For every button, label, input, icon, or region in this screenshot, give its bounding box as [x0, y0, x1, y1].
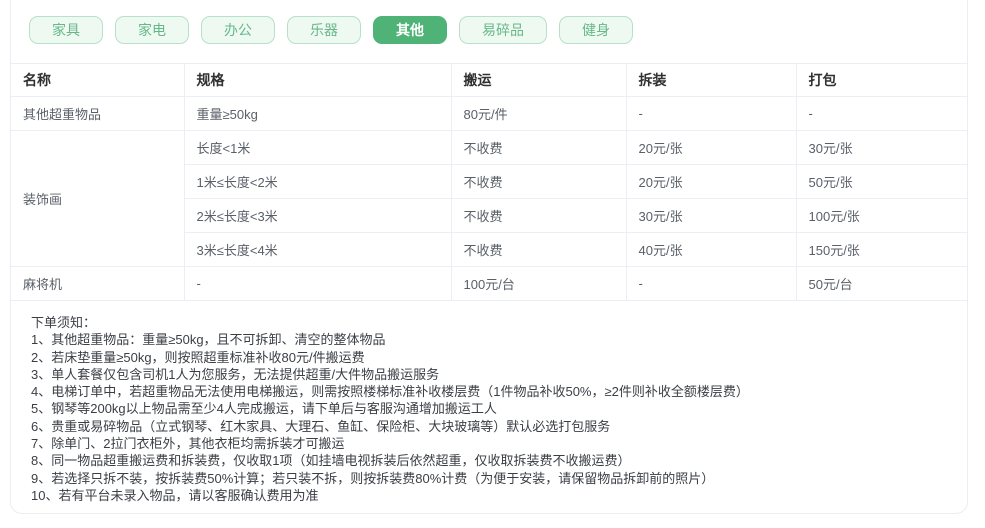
- order-note-item: 4、电梯订单中，若超重物品无法使用电梯搬运，则需按照楼梯标准补收楼层费（1件物品…: [31, 384, 749, 400]
- order-note-item: 6、贵重或易碎物品（立式钢琴、红木家具、大理石、鱼缸、保险柜、大块玻璃等）默认必…: [31, 418, 611, 434]
- moving-fee-cell: 100元/台: [451, 266, 627, 301]
- spec-cell: 1米≤长度<2米: [184, 164, 452, 199]
- moving-fee-cell: 不收费: [451, 232, 627, 267]
- order-notes-title: 下单须知：: [31, 315, 97, 330]
- item-name-cell: 装饰画: [11, 130, 185, 267]
- col-header-disassembly: 拆装: [626, 63, 797, 97]
- packing-fee-cell: 50元/台: [796, 266, 967, 301]
- spec-cell: 重量≥50kg: [184, 96, 452, 131]
- order-note-item: 10、若有平台未录入物品，请以客服确认费用为准: [31, 487, 319, 503]
- packing-fee-cell: 150元/张: [796, 232, 967, 267]
- col-header-packing: 打包: [796, 63, 967, 97]
- disassembly-fee-cell: 20元/张: [626, 130, 797, 165]
- disassembly-fee-cell: -: [626, 96, 797, 131]
- order-note-item: 7、除单门、2拉门衣柜外，其他衣柜均需拆装才可搬运: [31, 436, 345, 452]
- packing-fee-cell: 100元/张: [796, 198, 967, 233]
- col-header-moving: 搬运: [451, 63, 627, 97]
- disassembly-fee-cell: 30元/张: [626, 198, 797, 233]
- pricing-card: 家具 家电 办公 乐器 其他 易碎品 健身 名称 规格 搬运 拆装 打包 其他超…: [10, 0, 968, 514]
- pricing-table: 名称 规格 搬运 拆装 打包 其他超重物品 重量≥50kg 80元/件 - - …: [11, 63, 967, 301]
- order-note-item: 9、若选择只拆不装，按拆装费50%计算；若只装不拆，则按拆装费80%计费（为便于…: [31, 470, 715, 486]
- spec-cell: 长度<1米: [184, 130, 452, 165]
- disassembly-fee-cell: -: [626, 266, 797, 301]
- item-name-cell: 麻将机: [11, 266, 185, 301]
- tab-fragile[interactable]: 易碎品: [459, 16, 547, 44]
- order-note-item: 8、同一物品超重搬运费和拆装费，仅收取1项（如挂墙电视拆装后依然超重，仅收取拆装…: [31, 453, 631, 469]
- category-tabs: 家具 家电 办公 乐器 其他 易碎品 健身: [29, 16, 967, 44]
- disassembly-fee-cell: 20元/张: [626, 164, 797, 199]
- packing-fee-cell: -: [796, 96, 967, 131]
- tab-others[interactable]: 其他: [373, 16, 447, 44]
- moving-fee-cell: 80元/件: [451, 96, 627, 131]
- col-header-name: 名称: [11, 63, 185, 97]
- table-row: 麻将机 - 100元/台 - 50元/台: [11, 266, 967, 301]
- packing-fee-cell: 30元/张: [796, 130, 967, 165]
- order-note-item: 1、其他超重物品：重量≥50kg，且不可拆卸、清空的整体物品: [31, 332, 386, 348]
- order-note-item: 5、钢琴等200kg以上物品需至少4人完成搬运，请下单后与客服沟通增加搬运工人: [31, 401, 497, 417]
- tab-appliances[interactable]: 家电: [115, 16, 189, 44]
- item-name-cell: 其他超重物品: [11, 96, 185, 131]
- order-note-item: 3、单人套餐仅包含司机1人为您服务，无法提供超重/大件物品搬运服务: [31, 366, 440, 382]
- disassembly-fee-cell: 40元/张: [626, 232, 797, 267]
- spec-cell: 2米≤长度<3米: [184, 198, 452, 233]
- tab-fitness[interactable]: 健身: [559, 16, 633, 44]
- order-note-item: 2、若床垫重量≥50kg，则按照超重标准补收80元/件搬运费: [31, 349, 365, 365]
- packing-fee-cell: 50元/张: [796, 164, 967, 199]
- moving-fee-cell: 不收费: [451, 164, 627, 199]
- order-notes: 下单须知： 1、其他超重物品：重量≥50kg，且不可拆卸、清空的整体物品 2、若…: [11, 301, 967, 504]
- col-header-spec: 规格: [184, 63, 452, 97]
- table-row: 装饰画 长度<1米 不收费 20元/张 30元/张: [11, 130, 967, 267]
- tab-instruments[interactable]: 乐器: [287, 16, 361, 44]
- table-row: 其他超重物品 重量≥50kg 80元/件 - -: [11, 96, 967, 131]
- tab-office[interactable]: 办公: [201, 16, 275, 44]
- spec-cell: -: [184, 266, 452, 301]
- tab-furniture[interactable]: 家具: [29, 16, 103, 44]
- table-header-row: 名称 规格 搬运 拆装 打包: [11, 63, 967, 97]
- moving-fee-cell: 不收费: [451, 198, 627, 233]
- moving-fee-cell: 不收费: [451, 130, 627, 165]
- spec-cell: 3米≤长度<4米: [184, 232, 452, 267]
